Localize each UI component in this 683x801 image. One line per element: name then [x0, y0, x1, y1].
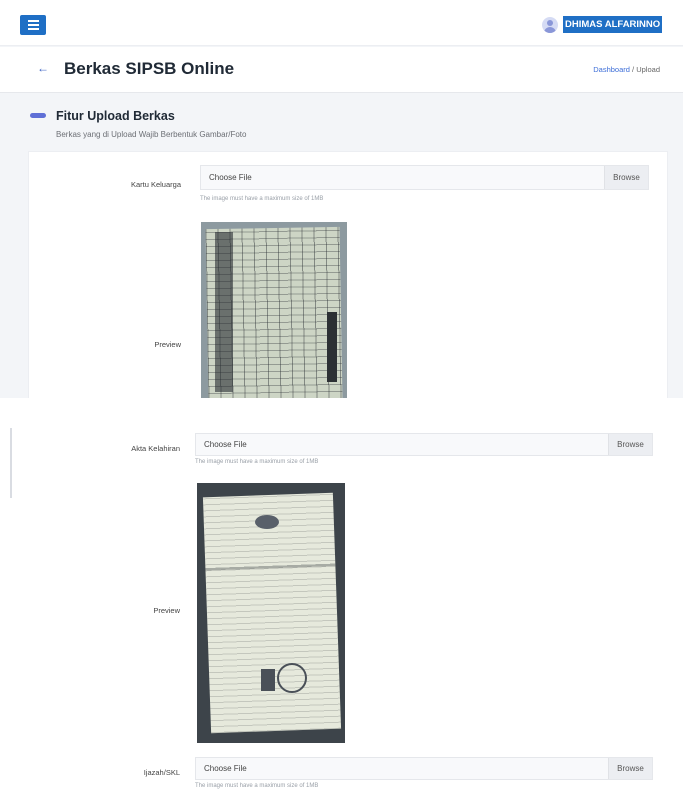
akta-kelahiran-preview-image [197, 483, 345, 743]
akta-kelahiran-label: Akta Kelahiran [131, 444, 180, 453]
kartu-keluarga-file-input[interactable]: Choose File Browse [200, 165, 649, 190]
hamburger-icon[interactable] [20, 15, 46, 35]
section-accent-bar [30, 113, 46, 118]
ijazah-skl-browse-button[interactable]: Browse [608, 758, 652, 779]
breadcrumb-separator: / [632, 65, 635, 74]
page-header: ← Berkas SIPSB Online Dashboard / Upload [0, 47, 683, 93]
ijazah-skl-label: Ijazah/SKL [143, 768, 180, 777]
kartu-keluarga-choose-file[interactable]: Choose File [201, 173, 604, 182]
section-title: Fitur Upload Berkas [56, 109, 175, 123]
ijazah-skl-size-hint: The image must have a maximum size of 1M… [195, 783, 319, 789]
kartu-keluarga-browse-button[interactable]: Browse [604, 166, 648, 189]
akta-kelahiran-size-hint: The image must have a maximum size of 1M… [195, 459, 319, 465]
page-edge [10, 428, 12, 498]
breadcrumb: Dashboard / Upload [593, 65, 660, 74]
section-description: Berkas yang di Upload Wajib Berbentuk Ga… [56, 130, 247, 139]
kartu-keluarga-preview-image [201, 222, 347, 398]
akta-kelahiran-preview-label: Preview [153, 606, 180, 615]
akta-kelahiran-file-input[interactable]: Choose File Browse [195, 433, 653, 456]
upload-form-card: Kartu Keluarga Choose File Browse The im… [28, 151, 668, 398]
ijazah-skl-file-input[interactable]: Choose File Browse [195, 757, 653, 780]
kartu-keluarga-preview-label: Preview [154, 340, 181, 349]
upload-page-bottom: Akta Kelahiran Choose File Browse The im… [0, 428, 683, 801]
top-navbar: DHIMAS ALFARINNO [0, 0, 683, 46]
page-title: Berkas SIPSB Online [64, 59, 235, 78]
kartu-keluarga-label: Kartu Keluarga [130, 180, 181, 189]
breadcrumb-current: Upload [636, 65, 660, 74]
arrow-left-icon[interactable]: ← [37, 61, 49, 75]
akta-kelahiran-browse-button[interactable]: Browse [608, 434, 652, 455]
breadcrumb-dashboard[interactable]: Dashboard [593, 65, 630, 74]
kartu-keluarga-size-hint: The image must have a maximum size of 1M… [200, 196, 324, 202]
upload-page-top: DHIMAS ALFARINNO ← Berkas SIPSB Online D… [0, 0, 683, 398]
akta-kelahiran-choose-file[interactable]: Choose File [196, 440, 608, 449]
user-avatar-icon[interactable] [542, 17, 558, 33]
username-badge[interactable]: DHIMAS ALFARINNO [563, 16, 663, 33]
ijazah-skl-choose-file[interactable]: Choose File [196, 764, 608, 773]
